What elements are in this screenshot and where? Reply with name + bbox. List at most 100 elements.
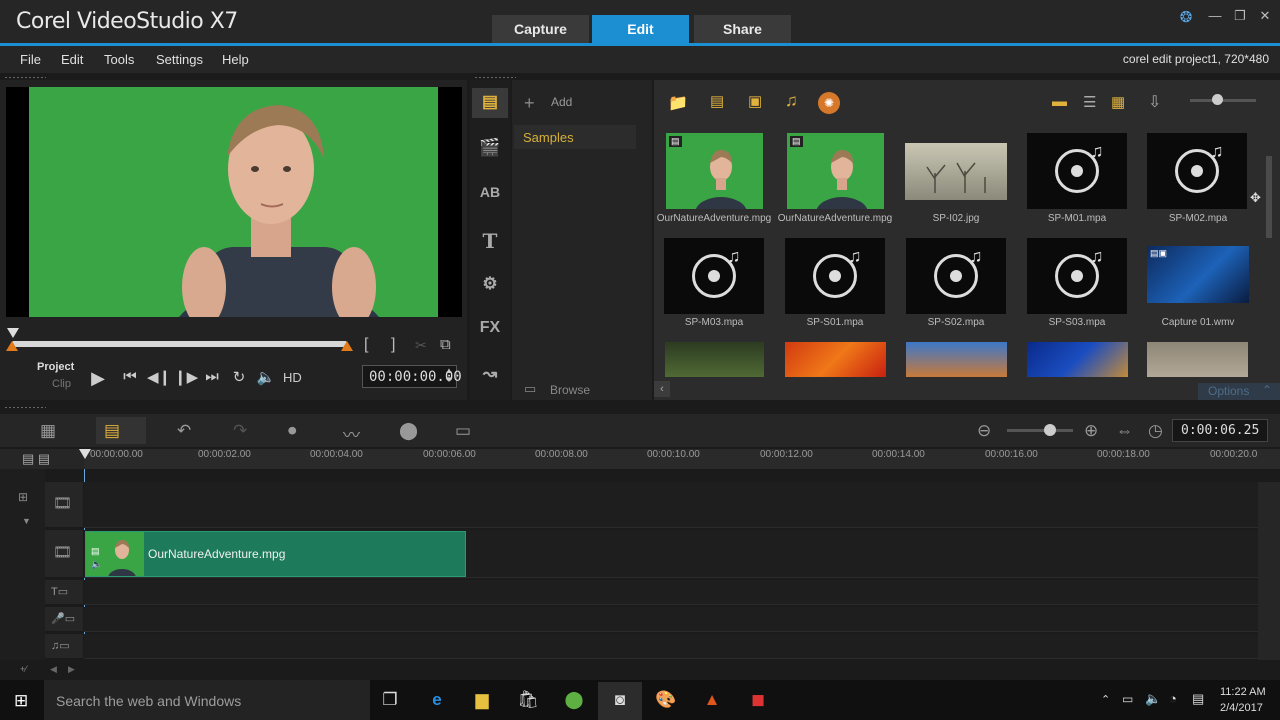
filter-video-icon[interactable]: ▤ (710, 92, 724, 110)
thumb-partial[interactable] (906, 342, 1007, 377)
scroll-left-icon[interactable]: ‹ (654, 381, 670, 397)
thumb-partial[interactable] (1027, 342, 1128, 377)
thumb-partial[interactable] (1147, 342, 1248, 377)
panel-grip[interactable] (4, 76, 46, 79)
split-icon[interactable]: ✂ (415, 337, 427, 354)
mark-in-icon[interactable]: [ (364, 336, 368, 354)
taskbar-search[interactable]: Search the web and Windows (44, 680, 370, 720)
zoom-in-icon[interactable]: ⊕ (1084, 421, 1098, 441)
menu-file[interactable]: File (20, 52, 41, 67)
utorrent-icon[interactable]: ⬤ (562, 690, 586, 712)
panel-grip[interactable] (474, 76, 516, 79)
timeline-view-icon[interactable]: ▤ (104, 421, 120, 441)
path-icon[interactable]: ↝ (478, 364, 502, 384)
minimize-icon[interactable]: — (1206, 8, 1224, 24)
storyboard-view-icon[interactable]: ▦ (40, 421, 56, 441)
graphic-icon[interactable]: ⚙ (478, 274, 502, 294)
wifi-icon[interactable]: ◔ (1169, 691, 1177, 706)
playhead[interactable] (79, 449, 91, 459)
task-view-icon[interactable]: ❐ (378, 690, 402, 712)
title-icon[interactable]: T (478, 229, 502, 253)
thumb-audio[interactable] (664, 238, 764, 314)
windows-start-icon[interactable]: ⊞ (14, 691, 28, 711)
clock-date[interactable]: 2/4/2017 (1220, 702, 1263, 714)
folder-icon[interactable]: 📁 (668, 93, 688, 113)
title-track-icon[interactable]: T▭ (51, 585, 68, 598)
thumb-audio[interactable] (785, 238, 885, 314)
menu-settings[interactable]: Settings (156, 52, 203, 67)
thumb-image-trees[interactable] (905, 143, 1007, 200)
trim-start-marker[interactable] (6, 341, 18, 351)
record-capture-icon[interactable]: ⏺ (288, 421, 297, 441)
trim-end-marker[interactable] (341, 341, 353, 351)
camera-app-icon[interactable]: ◙ (608, 690, 632, 712)
panel-grip[interactable] (4, 406, 46, 409)
restore-icon[interactable]: ❐ (1231, 8, 1249, 24)
repeat-icon[interactable]: ↻ (228, 368, 250, 388)
timeline-vscroll[interactable] (1258, 482, 1280, 660)
clip-mode-label[interactable]: Clip (52, 378, 71, 390)
music-track-icon[interactable]: ♫▭ (51, 639, 70, 652)
track-manager-icon[interactable]: ▤ ▤ (22, 451, 50, 467)
enlarge-icon[interactable]: ⧉ (440, 336, 451, 353)
add-icon[interactable]: + (524, 93, 535, 114)
file-explorer-icon[interactable]: ▆ (470, 690, 494, 712)
next-icon[interactable]: ❙▶ (174, 368, 198, 388)
library-scrollbar[interactable] (1266, 156, 1272, 238)
thumb-audio[interactable] (906, 238, 1006, 314)
project-mode-label[interactable]: Project (37, 361, 74, 373)
view-thumbnail-icon[interactable]: ▬ (1052, 93, 1067, 110)
mark-out-icon[interactable]: ] (391, 336, 395, 354)
sound-mixer-icon[interactable]: 〰 (343, 421, 360, 446)
edge-icon[interactable]: e (425, 690, 449, 712)
zoom-out-icon[interactable]: ⊖ (977, 421, 991, 441)
transition-icon[interactable]: AB (478, 184, 502, 204)
options-label[interactable]: Options (1208, 384, 1249, 398)
timecode-stepper[interactable]: ▲ ▼ (445, 366, 453, 384)
home-icon[interactable]: ⏮ (119, 368, 141, 388)
scrubber-handle[interactable] (7, 328, 19, 338)
auto-music-icon[interactable]: ⬤ (399, 421, 418, 441)
zoom-handle[interactable] (1044, 424, 1056, 436)
timecode-field[interactable]: 00:00:00.00 (362, 365, 462, 388)
scrub-bar[interactable] (12, 341, 347, 347)
zoom-slider[interactable] (1007, 429, 1073, 432)
thumb-partial[interactable] (665, 342, 764, 377)
track-lock-icon[interactable]: ⊞ (18, 490, 28, 504)
thumb-size-handle[interactable] (1212, 94, 1223, 105)
add-track-icon[interactable]: +⁄ (20, 664, 27, 674)
paint-icon[interactable]: 🎨 (654, 690, 678, 712)
view-grid-icon[interactable]: ▦ (1111, 93, 1125, 111)
menu-help[interactable]: Help (222, 52, 249, 67)
collapse-icon[interactable]: ▼ (22, 516, 31, 526)
filter-photo-icon[interactable]: ▣ (748, 92, 762, 110)
browse-button[interactable]: Browse (550, 383, 590, 397)
notifications-icon[interactable]: ▤ (1192, 691, 1204, 707)
thumb-audio[interactable] (1147, 133, 1247, 209)
tab-share[interactable]: Share (694, 15, 791, 44)
menu-edit[interactable]: Edit (61, 52, 83, 67)
hd-toggle[interactable]: HD (283, 370, 302, 385)
battery-icon[interactable]: ▭ (1122, 692, 1133, 706)
redo-icon[interactable]: ↷ (233, 421, 247, 441)
thumb-size-slider[interactable] (1190, 99, 1256, 102)
subtitle-editor-icon[interactable]: ▭ (455, 421, 471, 441)
volume-icon[interactable]: 🔈 (255, 368, 277, 388)
play-icon[interactable]: ▶ (87, 368, 109, 388)
recorder-icon[interactable]: ◼ (746, 690, 770, 712)
end-icon[interactable]: ⏭ (201, 368, 223, 388)
thumb-partial[interactable] (785, 342, 886, 377)
browse-icon[interactable]: ▭ (524, 381, 536, 397)
previous-icon[interactable]: ◀❙ (147, 368, 171, 388)
menu-tools[interactable]: Tools (104, 52, 134, 67)
tab-capture[interactable]: Capture (492, 15, 589, 44)
instant-project-icon[interactable]: 🎬 (478, 138, 502, 158)
video-track[interactable] (84, 482, 1258, 528)
scroll-right-icon[interactable]: ▶ (68, 664, 75, 675)
voice-track-icon[interactable]: 🎤▭ (51, 612, 75, 625)
globe-icon[interactable]: ❂ (1177, 8, 1195, 26)
add-folder-button[interactable]: Add (551, 95, 572, 109)
view-list-icon[interactable]: ☰ (1083, 93, 1096, 111)
tray-chevron-icon[interactable]: ⌃ (1101, 693, 1110, 706)
matlab-icon[interactable]: ▲ (700, 690, 724, 712)
